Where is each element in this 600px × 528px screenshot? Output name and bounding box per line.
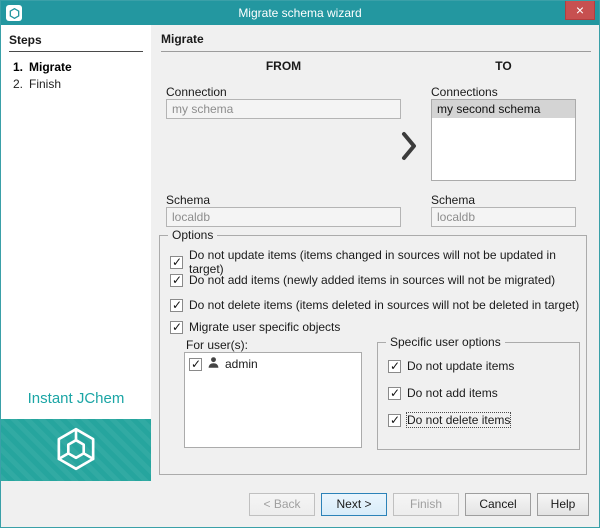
checkbox-icon[interactable] xyxy=(170,256,183,269)
specific-do-not-add[interactable]: Do not add items xyxy=(388,386,498,400)
option-do-not-add[interactable]: Do not add items (newly added items in s… xyxy=(170,273,555,287)
user-row-admin[interactable]: admin xyxy=(185,353,361,375)
connections-label: Connections xyxy=(431,85,498,99)
option-label: Do not add items xyxy=(407,386,498,400)
option-migrate-user-objects[interactable]: Migrate user specific objects xyxy=(170,320,340,334)
option-do-not-update[interactable]: Do not update items (items changed in so… xyxy=(170,248,586,276)
options-group-title: Options xyxy=(168,228,217,242)
option-label: Do not delete items (items deleted in so… xyxy=(189,298,579,312)
user-icon xyxy=(207,356,220,372)
connection-label: Connection xyxy=(166,85,227,99)
connection-field xyxy=(166,99,401,119)
brand-logo-panel xyxy=(1,419,151,481)
steps-list: 1. Migrate 2. Finish xyxy=(13,59,143,93)
steps-sidebar: Steps 1. Migrate 2. Finish Instant JChem xyxy=(1,25,151,481)
connections-list-item[interactable]: my second schema xyxy=(432,100,575,118)
for-users-label: For user(s): xyxy=(186,338,248,352)
migrate-form: FROM TO Connection Connections my second… xyxy=(151,55,599,481)
users-list[interactable]: admin xyxy=(184,352,362,448)
to-header: TO xyxy=(431,59,576,73)
options-group: Options Do not update items (items chang… xyxy=(159,235,587,475)
option-do-not-delete[interactable]: Do not delete items (items deleted in so… xyxy=(170,298,579,312)
brand-text: Instant JChem xyxy=(1,390,151,407)
step-number: 1. xyxy=(13,59,29,76)
back-button: < Back xyxy=(249,493,315,516)
to-schema-label: Schema xyxy=(431,193,475,207)
finish-button: Finish xyxy=(393,493,459,516)
step-label: Finish xyxy=(29,76,61,93)
user-name: admin xyxy=(225,357,258,371)
checkbox-icon[interactable] xyxy=(388,360,401,373)
close-button[interactable]: × xyxy=(565,1,595,20)
checkbox-icon[interactable] xyxy=(388,414,401,427)
from-schema-label: Schema xyxy=(166,193,210,207)
checkbox-icon[interactable] xyxy=(170,321,183,334)
option-label: Do not update items (items changed in so… xyxy=(189,248,586,276)
migrate-schema-wizard-window: Migrate schema wizard × Steps 1. Migrate… xyxy=(0,0,600,528)
close-icon: × xyxy=(576,3,584,17)
checkbox-icon[interactable] xyxy=(388,387,401,400)
dialog-body: Steps 1. Migrate 2. Finish Instant JChem xyxy=(1,25,599,481)
titlebar[interactable]: Migrate schema wizard × xyxy=(1,1,599,25)
from-schema-field xyxy=(166,207,401,227)
steps-header: Steps xyxy=(9,33,143,52)
option-label: Do not add items (newly added items in s… xyxy=(189,273,555,287)
step-item-finish: 2. Finish xyxy=(13,76,143,93)
checkbox-icon[interactable] xyxy=(170,299,183,312)
wizard-button-bar: < Back Next > Finish Cancel Help xyxy=(1,481,599,527)
step-number: 2. xyxy=(13,76,29,93)
option-label: Migrate user specific objects xyxy=(189,320,340,334)
help-button[interactable]: Help xyxy=(537,493,589,516)
cancel-button[interactable]: Cancel xyxy=(465,493,531,516)
step-label: Migrate xyxy=(29,59,72,76)
hexagon-logo-icon xyxy=(54,427,98,474)
window-title: Migrate schema wizard xyxy=(1,1,599,25)
wizard-main-panel: Migrate FROM TO Connection Connections m… xyxy=(151,25,599,481)
connections-list[interactable]: my second schema xyxy=(431,99,576,181)
from-header: FROM xyxy=(166,59,401,73)
specific-group-title: Specific user options xyxy=(386,335,505,349)
checkbox-icon[interactable] xyxy=(189,358,202,371)
to-schema-field xyxy=(431,207,576,227)
option-label: Do not delete items xyxy=(407,413,510,427)
specific-user-options-group: Specific user options Do not update item… xyxy=(377,342,580,450)
migrate-direction-chevron-icon xyxy=(401,131,417,164)
next-button[interactable]: Next > xyxy=(321,493,387,516)
specific-do-not-delete[interactable]: Do not delete items xyxy=(388,413,510,427)
section-title: Migrate xyxy=(161,32,591,52)
option-label: Do not update items xyxy=(407,359,514,373)
checkbox-icon[interactable] xyxy=(170,274,183,287)
step-item-migrate: 1. Migrate xyxy=(13,59,143,76)
specific-do-not-update[interactable]: Do not update items xyxy=(388,359,514,373)
